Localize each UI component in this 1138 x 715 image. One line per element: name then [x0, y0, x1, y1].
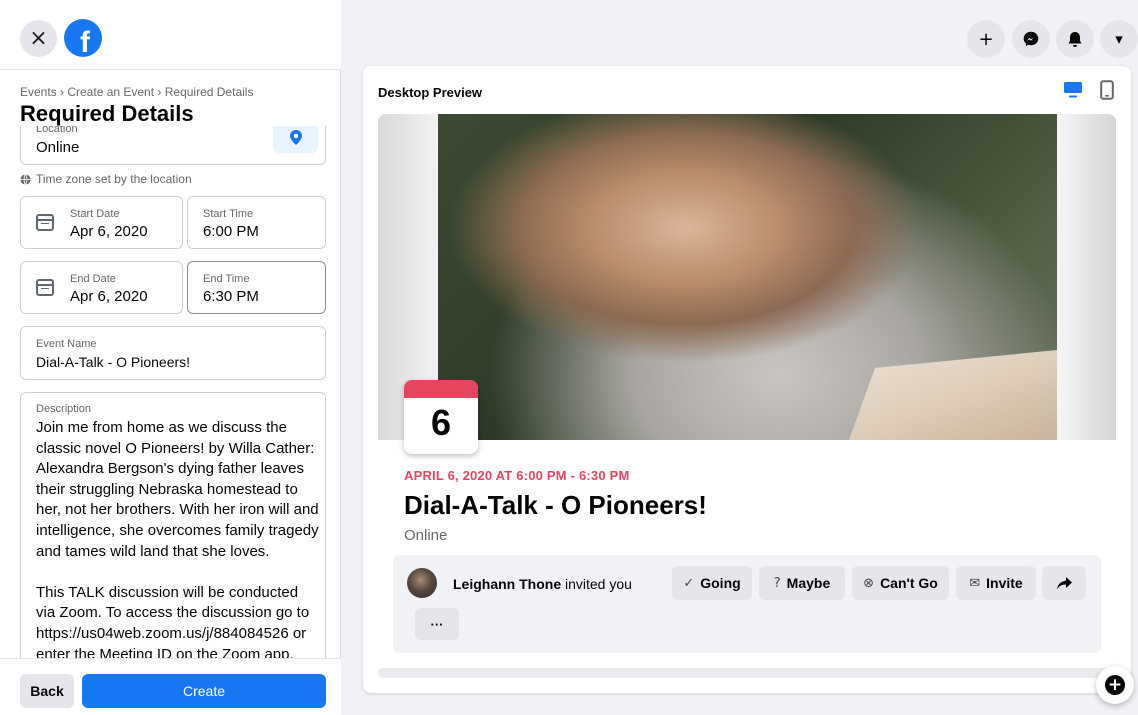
close-icon[interactable]: ×	[20, 20, 57, 57]
preview-label: Desktop Preview	[378, 85, 483, 100]
start-date-field[interactable]: Start Date Apr 6, 2020	[20, 196, 183, 249]
facebook-logo-letter: f	[80, 26, 90, 57]
event-name-field[interactable]: Event Name Dial-A-Talk - O Pioneers!	[20, 326, 326, 380]
inviter-name[interactable]: Leighann Thone	[453, 576, 561, 592]
desktop-icon[interactable]	[1063, 81, 1083, 99]
form-scroll-area[interactable]: Location Online Time zone set by the loc…	[0, 126, 341, 658]
event-name-value: Dial-A-Talk - O Pioneers!	[36, 354, 191, 370]
inviter-suffix: invited you	[561, 576, 632, 592]
cover-image-book	[849, 350, 1057, 440]
create-button[interactable]: Create	[82, 674, 326, 708]
preview-event-name: Dial-A-Talk - O Pioneers!	[404, 490, 707, 520]
maybe-label: Maybe	[786, 575, 831, 591]
end-time-field[interactable]: End Time 6:30 PM	[187, 261, 326, 314]
date-card-band	[404, 380, 478, 398]
location-pin-button[interactable]	[273, 126, 318, 153]
cant-go-label: Can't Go	[880, 575, 938, 591]
page-title: Required Details	[20, 101, 194, 126]
bell-icon	[1068, 31, 1082, 47]
messenger-button[interactable]	[1012, 20, 1050, 58]
left-header: × f	[0, 0, 341, 70]
horizontal-scrollbar[interactable]	[378, 668, 1116, 678]
date-card: 6	[404, 380, 478, 454]
invite-button[interactable]: ✉ Invite	[956, 566, 1036, 600]
date-card-day: 6	[430, 402, 452, 443]
globe-icon	[20, 173, 31, 185]
start-time-value: 6:00 PM	[203, 223, 259, 240]
start-time-label: Start Time	[203, 208, 254, 220]
end-date-field[interactable]: End Date Apr 6, 2020	[20, 261, 183, 314]
location-pin-icon	[289, 129, 302, 145]
timezone-note-text: Time zone set by the location	[36, 172, 192, 186]
create-plus-button[interactable]: +	[967, 20, 1005, 58]
end-time-label: End Time	[203, 273, 250, 285]
end-date-value: Apr 6, 2020	[70, 288, 148, 305]
cant-go-button[interactable]: ⊗ Can't Go	[852, 566, 949, 600]
going-button[interactable]: ✓ Going	[672, 566, 752, 600]
rsvp-action-bar: Leighann Thone invited you ✓ Going ? May…	[393, 555, 1101, 653]
more-options-button[interactable]: ···	[415, 608, 459, 640]
inviter-text: Leighann Thone invited you	[453, 576, 632, 592]
calendar-icon	[36, 214, 54, 231]
share-arrow-icon	[1056, 576, 1072, 589]
check-circle-icon: ✓	[683, 575, 695, 591]
back-button[interactable]: Back	[20, 674, 74, 708]
location-label: Location	[36, 126, 78, 135]
preview-date-line: APRIL 6, 2020 AT 6:00 PM - 6:30 PM	[404, 468, 630, 483]
mobile-icon[interactable]	[1100, 80, 1114, 100]
x-circle-icon: ⊗	[863, 575, 875, 591]
question-circle-icon: ?	[773, 575, 781, 591]
location-value: Online	[36, 139, 80, 156]
facebook-logo[interactable]: f	[64, 19, 102, 57]
invite-label: Invite	[986, 575, 1023, 591]
event-cover-photo	[378, 114, 1116, 440]
description-field[interactable]: Description Join me from home as we disc…	[20, 392, 326, 658]
account-menu-button[interactable]: ▾	[1100, 20, 1138, 58]
notifications-button[interactable]	[1056, 20, 1094, 58]
start-time-field[interactable]: Start Time 6:00 PM	[187, 196, 326, 249]
messenger-icon	[1023, 31, 1039, 47]
cover-image	[438, 114, 1057, 440]
avatar[interactable]	[407, 568, 437, 598]
new-message-button[interactable]: +	[1096, 666, 1134, 704]
calendar-icon	[36, 279, 54, 296]
description-label: Description	[36, 403, 92, 415]
description-text[interactable]: Join me from home as we discuss the clas…	[36, 418, 321, 658]
desktop-preview-card: Desktop Preview 6 APRIL 6, 2020 AT 6:00 …	[363, 66, 1131, 693]
share-button[interactable]	[1042, 566, 1086, 600]
envelope-icon: ✉	[969, 575, 981, 591]
end-date-label: End Date	[70, 273, 116, 285]
timezone-note: Time zone set by the location	[20, 172, 192, 186]
going-label: Going	[700, 575, 741, 591]
plus-icon: +	[1105, 675, 1125, 695]
location-field[interactable]: Location Online	[20, 126, 326, 165]
start-date-value: Apr 6, 2020	[70, 223, 148, 240]
event-name-label: Event Name	[36, 338, 97, 350]
breadcrumb: Events › Create an Event › Required Deta…	[20, 85, 254, 99]
start-date-label: Start Date	[70, 208, 120, 220]
left-panel: × f Events › Create an Event › Required …	[0, 0, 341, 715]
preview-location: Online	[404, 527, 448, 544]
maybe-button[interactable]: ? Maybe	[759, 566, 845, 600]
end-time-value: 6:30 PM	[203, 288, 259, 305]
